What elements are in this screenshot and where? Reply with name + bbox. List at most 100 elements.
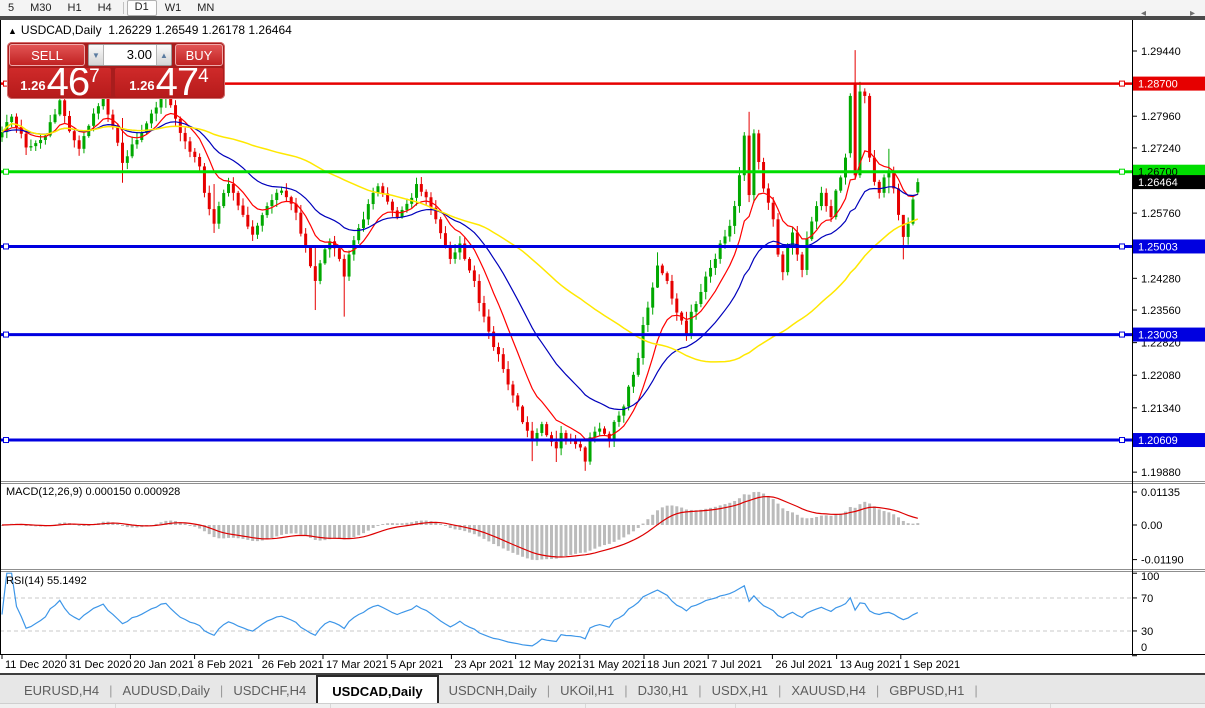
- buy-price-display[interactable]: 1.26 47 4: [115, 68, 223, 97]
- svg-text:1.23003: 1.23003: [1138, 330, 1178, 342]
- status-bar: [0, 703, 1205, 708]
- tab-usdcnh-daily[interactable]: USDCNH,Daily: [439, 675, 547, 705]
- buy-price-pips: 47: [155, 68, 199, 97]
- date-tick-label: 17 Mar 2021: [326, 659, 388, 671]
- timeframe-button-h4[interactable]: H4: [90, 0, 120, 16]
- date-tick-label: 7 Jul 2021: [711, 659, 762, 671]
- one-click-trade-panel: SELL ▼ 3.00 ▲ BUY 1.26 46 7 1.26 47 4: [7, 42, 225, 99]
- symbol-tabbar: EURUSD,H4 | AUDUSD,Daily | USDCHF,H4 USDCAD,D…: [0, 673, 1205, 706]
- price-tick-label: 1.23560: [1141, 305, 1181, 317]
- date-tick-label: 11 Dec 2020: [5, 659, 67, 671]
- price-tick-label: 1.21340: [1141, 403, 1181, 415]
- tab-scroll-arrows: ◂ ▸: [1141, 8, 1195, 19]
- timeframe-button-w1[interactable]: W1: [157, 0, 190, 16]
- date-tick-label: 12 May 2021: [519, 659, 583, 671]
- price-tick-label: 1.19880: [1141, 467, 1181, 479]
- hline-handle: [1119, 80, 1125, 87]
- hline-handle: [3, 168, 9, 175]
- date-tick-label: 31 May 2021: [583, 659, 647, 671]
- sell-price-pips: 46: [46, 68, 90, 97]
- timeframe-button-mn[interactable]: MN: [189, 0, 222, 16]
- tab-eurusd-h4[interactable]: EURUSD,H4: [14, 675, 109, 705]
- volume-increase-icon[interactable]: ▲: [156, 45, 171, 65]
- timeframe-toolbar: 5 M30 H1 H4 D1 W1 MN: [0, 0, 1205, 16]
- hline-handle: [1119, 437, 1125, 444]
- tab-usdchf-h4[interactable]: USDCHF,H4: [223, 675, 316, 705]
- price-tick-label: 1.27960: [1141, 111, 1181, 123]
- date-tick-label: 20 Jan 2021: [133, 659, 194, 671]
- statusbar-divider: [330, 704, 331, 708]
- volume-decrease-icon[interactable]: ▼: [89, 45, 104, 65]
- hline-handle: [3, 331, 9, 338]
- price-tick-label: 1.24280: [1141, 273, 1181, 285]
- volume-spinner: ▼ 3.00 ▲: [88, 44, 172, 66]
- sell-button[interactable]: SELL: [9, 44, 85, 66]
- macd-indicator-name: MACD(12,26,9): [6, 486, 83, 498]
- ma-25-line: [1, 121, 918, 411]
- price-tick-label: 1.22080: [1141, 370, 1181, 382]
- chart-ohlc-values: 1.26229 1.26549 1.26178 1.26464: [108, 23, 292, 37]
- macd-tick-label: -0.01190: [1141, 555, 1184, 567]
- price-tick-label: 1.27240: [1141, 143, 1181, 155]
- date-tick-label: 5 Apr 2021: [390, 659, 443, 671]
- timeframe-button-5[interactable]: 5: [0, 0, 22, 16]
- hline-handle: [1119, 168, 1125, 175]
- rsi-tick-label: 100: [1141, 571, 1159, 583]
- date-tick-label: 8 Feb 2021: [198, 659, 254, 671]
- svg-text:1.20609: 1.20609: [1138, 435, 1178, 447]
- macd-tick-label: 0.00: [1141, 520, 1162, 532]
- ma-10-line: [1, 112, 919, 440]
- chart-canvas[interactable]: 1.29440 1.27960 1.27240 1.25760 1.24280 1.235…: [0, 20, 1205, 674]
- date-tick-label: 23 Apr 2021: [454, 659, 513, 671]
- buy-price-point: 4: [198, 68, 209, 87]
- timeframe-button-h1[interactable]: H1: [60, 0, 90, 16]
- statusbar-divider: [585, 704, 586, 708]
- volume-input[interactable]: 3.00: [104, 45, 156, 65]
- buy-price-prefix: 1.26: [129, 78, 155, 93]
- rsi-indicator-value: 55.1492: [46, 575, 87, 587]
- date-tick-label: 1 Sep 2021: [904, 659, 960, 671]
- price-tick-label: 1.25760: [1141, 208, 1181, 220]
- macd-signal-line: [1, 495, 918, 558]
- svg-text:1.25003: 1.25003: [1138, 241, 1178, 253]
- statusbar-divider: [115, 704, 116, 708]
- tab-scroll-left-icon[interactable]: ◂: [1141, 8, 1146, 19]
- hline-handle: [3, 437, 9, 444]
- macd-pane-label: MACD(12,26,9) 0.000150 0.000928: [6, 486, 180, 498]
- svg-text:1.28700: 1.28700: [1138, 79, 1178, 91]
- chart-title: ▲ USDCAD,Daily 1.26229 1.26549 1.26178 1.…: [8, 23, 292, 37]
- hline-handle: [1119, 243, 1125, 250]
- rsi-line: [1, 572, 919, 647]
- tab-separator: |: [974, 682, 978, 698]
- price-tick-label: 1.29440: [1141, 46, 1181, 58]
- tab-scroll-right-icon[interactable]: ▸: [1190, 8, 1195, 19]
- buy-button[interactable]: BUY: [175, 44, 223, 66]
- tab-usdcad-daily[interactable]: USDCAD,Daily: [316, 675, 439, 706]
- tab-audusd-daily[interactable]: AUDUSD,Daily: [113, 675, 220, 705]
- macd-indicator-values: 0.000150 0.000928: [85, 486, 181, 498]
- collapse-chart-icon[interactable]: ▲: [8, 26, 17, 36]
- macd-tick-label: 0.01135: [1141, 487, 1180, 499]
- tab-dj30-h1[interactable]: DJ30,H1: [628, 675, 699, 705]
- tab-ukoil-h1[interactable]: UKOil,H1: [550, 675, 624, 705]
- tab-gbpusd-h1[interactable]: GBPUSD,H1: [879, 675, 974, 705]
- timeframe-button-d1[interactable]: D1: [126, 0, 157, 16]
- date-tick-label: 31 Dec 2020: [69, 659, 131, 671]
- statusbar-divider: [735, 704, 736, 708]
- sell-price-display[interactable]: 1.26 46 7: [9, 68, 111, 97]
- date-tick-label: 26 Jul 2021: [775, 659, 832, 671]
- rsi-pane-label: RSI(14) 55.1492: [6, 575, 87, 587]
- statusbar-divider: [1050, 704, 1051, 708]
- date-tick-label: 26 Feb 2021: [262, 659, 324, 671]
- chart-symbol-period: USDCAD,Daily: [20, 23, 102, 37]
- date-tick-label: 13 Aug 2021: [840, 659, 902, 671]
- rsi-tick-label: 70: [1141, 593, 1153, 605]
- timeframe-button-m30[interactable]: M30: [22, 0, 59, 16]
- rsi-tick-label: 30: [1141, 626, 1153, 638]
- candles-layer: [0, 50, 920, 471]
- sell-price-prefix: 1.26: [20, 78, 46, 93]
- tab-xauusd-h4[interactable]: XAUUSD,H4: [781, 675, 875, 705]
- hline-handle: [3, 243, 9, 250]
- hline-handle: [1119, 331, 1125, 338]
- tab-usdx-h1[interactable]: USDX,H1: [702, 675, 778, 705]
